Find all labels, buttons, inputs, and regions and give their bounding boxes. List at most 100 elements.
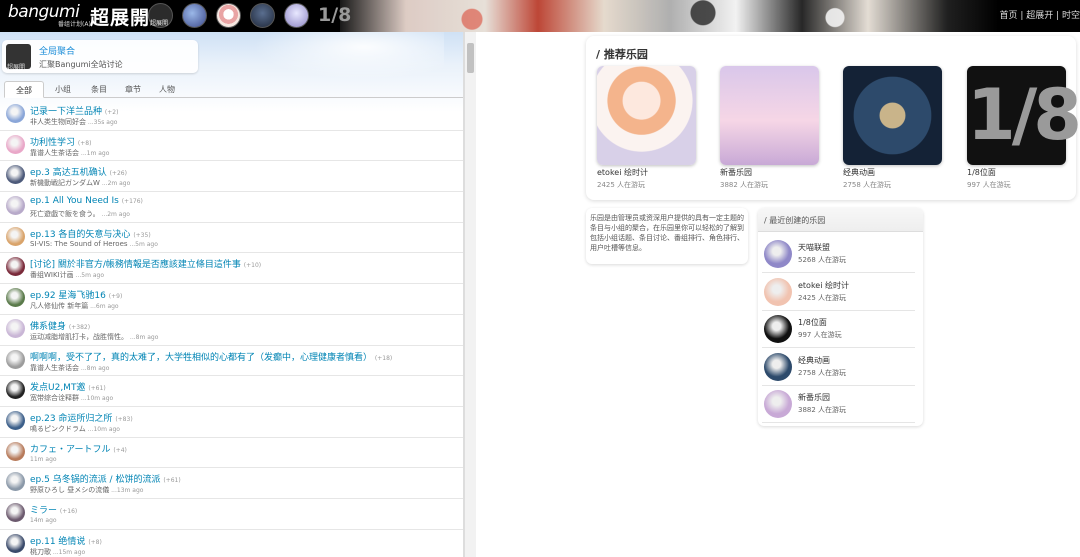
feed-source-name[interactable]: SI-VIS: The Sound of Heroes	[30, 240, 128, 248]
feed-topic-title[interactable]: 功利性学习 (+8)	[30, 135, 91, 148]
feed-topic-title[interactable]: ep.3 高达五机确认 (+26)	[30, 165, 127, 178]
feed-topic-text[interactable]: ep.3 高达五机确认	[30, 168, 107, 178]
tab-people[interactable]: 人物	[152, 81, 182, 98]
feed-topic-text[interactable]: 记录一下洋兰品种	[30, 107, 102, 117]
feed-topic-title[interactable]: 啊啊啊，受不了了，真的太难了，大学牲相似的心都有了（发癫中，心理健康者慎看） (…	[30, 350, 392, 363]
rec-name[interactable]: 经典动画	[843, 167, 943, 178]
feed-row[interactable]: ep.3 高达五机确认 (+26) 新機動戦記ガンダムW ...2m ago	[0, 161, 463, 193]
recent-rakuen-item[interactable]: 新番乐园 3882 人在游玩	[762, 386, 915, 423]
feed-source-name[interactable]: 非人类生物同好会	[30, 118, 86, 126]
feed-avatar[interactable]	[6, 104, 25, 123]
feed-topic-text[interactable]: ep.23 命运所归之所	[30, 414, 112, 424]
rec-cover-classic-anime[interactable]	[843, 66, 942, 165]
aggregate-title[interactable]: 全局聚合	[39, 44, 75, 57]
top-nav-text[interactable]: 首页 | 超展开 | 时空	[999, 11, 1080, 21]
rec-name[interactable]: 新番乐园	[720, 167, 820, 178]
feed-avatar[interactable]	[6, 226, 25, 246]
recent-rakuen-avatar[interactable]	[764, 277, 792, 306]
header-avatar-2[interactable]	[182, 3, 207, 28]
feed-topic-text[interactable]: 发点U2,MT邀	[30, 383, 85, 393]
feed-source-name[interactable]: 运动减脂增肌打卡，战胜惰性。	[30, 333, 128, 341]
recent-rakuen-item[interactable]: 天喵联盟 5268 人在游玩	[762, 236, 915, 273]
feed-source-name[interactable]: 靠谱人生茶话会	[30, 364, 79, 372]
feed-topic-text[interactable]: ep.13 各自的矢意与决心	[30, 230, 130, 240]
rec-item-new-anime[interactable]: 新番乐园 3882 人在游玩	[720, 66, 820, 190]
feed-topic-text[interactable]: 佛系健身	[30, 322, 66, 332]
tab-episodes[interactable]: 章节	[118, 81, 148, 98]
top-nav-links[interactable]: 首页 | 超展开 | 时空	[999, 8, 1080, 21]
tab-all[interactable]: 全部	[4, 81, 44, 98]
feed-source-name[interactable]: 宽带综合诠释群	[30, 394, 79, 402]
feed-source-name[interactable]: 凡人修仙传 新年篇	[30, 302, 88, 310]
feed-row[interactable]: ep.5 乌冬锅的流派 / 松饼的流派 (+61) 野原ひろし 昼メシの流儀 ..…	[0, 468, 463, 499]
global-aggregate-card[interactable]: 超展開 全局聚合 汇聚Bangumi全站讨论	[2, 40, 198, 73]
feed-avatar[interactable]	[6, 472, 25, 492]
recent-rakuen-item[interactable]: 经典动画 2758 人在游玩	[762, 349, 915, 386]
rec-cover-one-eighth[interactable]: 1/8	[967, 66, 1080, 165]
rec-item-etokei[interactable]: etokei 绘时计 2425 人在游玩	[597, 66, 697, 190]
feed-row[interactable]: 啊啊啊，受不了了，真的太难了，大学牲相似的心都有了（发癫中，心理健康者慎看） (…	[0, 346, 463, 377]
feed-avatar[interactable]	[6, 257, 25, 277]
feed-source-name[interactable]: 桃刀歌	[30, 548, 51, 556]
feed-avatar[interactable]	[6, 165, 25, 185]
recent-rakuen-avatar[interactable]	[764, 315, 792, 343]
feed-topic-text[interactable]: ep.1 All You Need Is	[30, 196, 119, 206]
feed-topic-title[interactable]: ep.23 命运所归之所 (+83)	[30, 411, 133, 424]
feed-avatar[interactable]	[6, 318, 25, 338]
recent-rakuen-avatar[interactable]	[764, 390, 792, 418]
feed-topic-text[interactable]: カフェ・アートフル	[30, 445, 110, 455]
feed-row[interactable]: 佛系健身 (+382) 运动减脂增肌打卡，战胜惰性。 ...8m ago	[0, 315, 463, 346]
recent-rakuen-avatar[interactable]	[764, 240, 792, 268]
feed-topic-title[interactable]: カフェ・アートフル (+4)	[30, 442, 127, 455]
recent-rakuen-name[interactable]: etokei 绘时计	[798, 280, 849, 291]
rec-name[interactable]: etokei 绘时计	[597, 167, 697, 178]
feed-avatar[interactable]	[6, 288, 25, 308]
feed-topic-title[interactable]: ep.13 各自的矢意与决心 (+35)	[30, 227, 151, 240]
feed-topic-text[interactable]: 啊啊啊，受不了了，真的太难了，大学牲相似的心都有了（发癫中，心理健康者慎看）	[30, 353, 372, 363]
feed-source-name[interactable]: 鳴るピンクドラム	[30, 425, 86, 433]
feed-avatar[interactable]	[6, 134, 25, 154]
feed-avatar[interactable]	[6, 441, 25, 461]
feed-row[interactable]: ep.92 星海飞驰16 (+9) 凡人修仙传 新年篇 ...6m ago	[0, 284, 463, 315]
recent-rakuen-item[interactable]: 1/8位面 997 人在游玩	[762, 311, 915, 348]
feed-topic-title[interactable]: 佛系健身 (+382)	[30, 319, 90, 332]
rec-cover-etokei[interactable]	[597, 66, 696, 165]
feed-topic-title[interactable]: ep.92 星海飞驰16 (+9)	[30, 288, 122, 301]
feed-row[interactable]: ep.11 绝情说 (+8) 桃刀歌 ...15m ago	[0, 530, 463, 557]
header-avatar-5[interactable]	[284, 3, 309, 28]
feed-row[interactable]: [讨论] 關於非官方/帳務情報是否應該建立條目這件事 (+10) 番组WIKI计画…	[0, 253, 463, 285]
rec-name[interactable]: 1/8位面	[967, 167, 1067, 178]
feed-row[interactable]: 发点U2,MT邀 (+61) 宽带综合诠释群 ...10m ago	[0, 376, 463, 407]
feed-avatar[interactable]	[6, 196, 25, 216]
feed-source-name[interactable]: 靠谱人生茶话会	[30, 149, 79, 157]
recent-rakuen-name[interactable]: 1/8位面	[798, 317, 827, 328]
feed-topic-title[interactable]: ep.5 乌冬锅的流派 / 松饼的流派 (+61)	[30, 472, 181, 485]
feed-scrollbar-thumb[interactable]	[467, 43, 474, 73]
feed-scrollbar[interactable]	[464, 32, 476, 557]
feed-topic-text[interactable]: ep.92 星海飞驰16	[30, 291, 106, 301]
rec-cover-new-anime[interactable]	[720, 66, 819, 165]
feed-avatar[interactable]	[6, 349, 25, 369]
header-avatar-1-8[interactable]: 1/8	[318, 3, 351, 28]
recent-rakuen-name[interactable]: 新番乐园	[798, 392, 830, 403]
feed-avatar[interactable]	[6, 533, 25, 553]
feed-topic-title[interactable]: 发点U2,MT邀 (+61)	[30, 380, 106, 393]
feed-source-name[interactable]: 番组WIKI计画	[30, 271, 74, 279]
feed-row[interactable]: ep.23 命运所归之所 (+83) 鳴るピンクドラム ...10m ago	[0, 407, 463, 438]
tab-subjects[interactable]: 条目	[84, 81, 114, 98]
feed-topic-text[interactable]: ep.5 乌冬锅的流派 / 松饼的流派	[30, 475, 160, 485]
feed-row[interactable]: 记录一下洋兰品种 (+2) 非人类生物同好会 ...35s ago	[0, 100, 463, 131]
feed-avatar[interactable]	[6, 410, 25, 430]
feed-topic-title[interactable]: [讨论] 關於非官方/帳務情報是否應該建立條目這件事 (+10)	[30, 257, 261, 270]
feed-topic-text[interactable]: [讨论] 關於非官方/帳務情報是否應該建立條目這件事	[30, 260, 241, 270]
feed-source-name[interactable]: 新機動戦記ガンダムW	[30, 179, 100, 187]
recent-rakuen-name[interactable]: 经典动画	[798, 355, 830, 366]
recent-rakuen-name[interactable]: 天喵联盟	[798, 242, 830, 253]
feed-topic-title[interactable]: ミラー (+16)	[30, 503, 77, 516]
feed-topic-title[interactable]: 记录一下洋兰品种 (+2)	[30, 104, 118, 117]
feed-topic-title[interactable]: ep.1 All You Need Is (+176)	[30, 196, 143, 206]
feed-topic-text[interactable]: 功利性学习	[30, 138, 75, 148]
site-section-title[interactable]: 超展開	[90, 3, 150, 30]
feed-avatar[interactable]	[6, 380, 25, 400]
feed-source-name[interactable]: 野原ひろし 昼メシの流儀	[30, 486, 109, 494]
